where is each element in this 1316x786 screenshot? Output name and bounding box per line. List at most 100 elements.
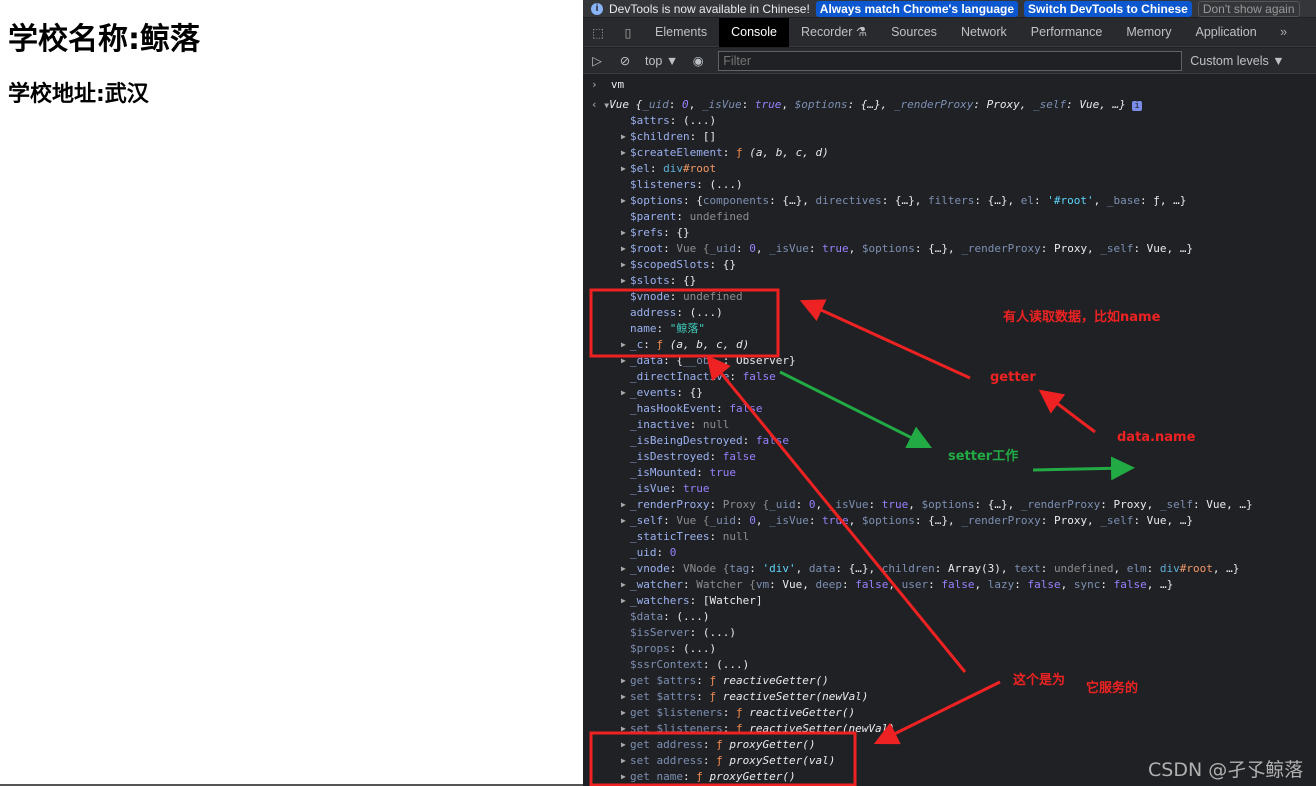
- tab-recorder[interactable]: Recorder ⚗: [789, 18, 879, 47]
- object-property-row[interactable]: ▶ get address: ƒ proxyGetter(): [621, 737, 815, 753]
- expand-triangle-icon[interactable]: ▶: [621, 753, 626, 769]
- object-property-row[interactable]: ▶ get $attrs: ƒ reactiveGetter(): [621, 673, 829, 689]
- object-property-row[interactable]: ▶ $root: Vue {_uid: 0, _isVue: true, $opt…: [621, 241, 1193, 257]
- object-property-row[interactable]: ▶ _vnode: VNode {tag: 'div', data: {…}, c…: [621, 561, 1239, 577]
- value-segment: : {}: [676, 386, 703, 399]
- object-property-row[interactable]: ▶ _data: {__ob__: Observer}: [621, 353, 796, 369]
- sidebar-toggle-icon[interactable]: ▷: [583, 53, 611, 68]
- expand-triangle-icon[interactable]: ▶: [621, 225, 626, 241]
- log-levels-dropdown[interactable]: Custom levels ▼: [1182, 54, 1284, 68]
- value-segment: ,: [795, 562, 809, 575]
- object-property-row[interactable]: ▶ _renderProxy: Proxy {_uid: 0, _isVue: t…: [621, 497, 1253, 513]
- value-segment: :: [742, 434, 756, 447]
- object-property-row[interactable]: ▶ $refs: {}: [621, 225, 690, 241]
- tab-performance[interactable]: Performance: [1019, 18, 1115, 47]
- object-property-row[interactable]: ▶ $options: {components: {…}, directives:…: [621, 193, 1186, 209]
- object-property-row[interactable]: ▶ set address: ƒ proxySetter(val): [621, 753, 835, 769]
- value-segment: _inactive: [630, 418, 690, 431]
- expand-triangle-icon[interactable]: ▶: [621, 161, 626, 177]
- expand-triangle-icon[interactable]: ▶: [621, 145, 626, 161]
- expand-triangle-icon[interactable]: ▶: [621, 513, 626, 529]
- live-expression-eye-icon[interactable]: ◉: [684, 53, 712, 68]
- object-property-row[interactable]: ▶ $children: []: [621, 129, 716, 145]
- expand-triangle-icon[interactable]: ▶: [621, 193, 626, 209]
- object-property-row: $parent: undefined: [630, 209, 749, 225]
- value-segment: _uid: [642, 98, 669, 111]
- expand-triangle-icon[interactable]: ▶: [621, 577, 626, 593]
- expand-triangle-icon[interactable]: ▶: [621, 561, 626, 577]
- value-segment: : Proxy,: [973, 98, 1034, 111]
- value-segment: :: [1146, 562, 1160, 575]
- console-result-line[interactable]: ‹ ▼Vue {_uid: 0, _isVue: true, $options:…: [591, 97, 1142, 113]
- value-segment: reactiveSetter(newVal): [749, 722, 895, 735]
- expand-triangle-icon[interactable]: ▶: [621, 385, 626, 401]
- object-property-row[interactable]: ▶ get $listeners: ƒ reactiveGetter(): [621, 705, 855, 721]
- filter-input[interactable]: [718, 50, 1183, 71]
- more-tabs-icon[interactable]: »: [1269, 25, 1299, 39]
- value-segment: _self: [1159, 498, 1194, 511]
- context-selector[interactable]: top ▼: [639, 54, 684, 68]
- object-property-row[interactable]: ▶ _watcher: Watcher {vm: Vue, deep: false…: [621, 577, 1173, 593]
- object-property-row[interactable]: ▶ _c: ƒ (a, b, c, d): [621, 337, 749, 353]
- tab-console[interactable]: Console: [719, 17, 789, 47]
- object-property-row[interactable]: ▶ _watchers: [Watcher]: [621, 593, 762, 609]
- value-segment: :: [928, 578, 942, 591]
- expand-triangle-icon[interactable]: ▶: [621, 673, 626, 689]
- switch-to-chinese-button[interactable]: Switch DevTools to Chinese: [1024, 0, 1192, 17]
- value-segment: :: [668, 98, 682, 111]
- object-property-row[interactable]: ▶ $slots: {}: [621, 273, 696, 289]
- value-segment: : Vue, …}: [1133, 514, 1194, 527]
- tab-elements[interactable]: Elements: [643, 18, 719, 47]
- value-segment: :: [669, 482, 683, 495]
- object-property-row[interactable]: ▶ set $attrs: ƒ reactiveSetter(newVal): [621, 689, 868, 705]
- value-segment: Proxy {: [722, 498, 770, 511]
- object-property-row: _isBeingDestroyed: false: [630, 433, 789, 449]
- expand-triangle-icon[interactable]: ▶: [621, 721, 626, 737]
- value-segment: ƒ: [709, 690, 723, 703]
- object-property-row[interactable]: ▶ $createElement: ƒ (a, b, c, d): [621, 145, 829, 161]
- object-property-row[interactable]: ▶ $scopedSlots: {}: [621, 257, 736, 273]
- value-segment: $options: [921, 498, 975, 511]
- value-segment: :: [656, 546, 670, 559]
- clear-console-icon[interactable]: ⊘: [611, 53, 639, 68]
- tab-memory[interactable]: Memory: [1114, 18, 1183, 47]
- value-segment: :: [722, 706, 736, 719]
- value-segment: ,: [1113, 562, 1127, 575]
- object-property-row[interactable]: ▶ $el: div#root: [621, 161, 716, 177]
- info-badge-icon[interactable]: i: [1132, 101, 1142, 111]
- value-segment: _uid: [769, 498, 796, 511]
- object-property-row[interactable]: ▶ _events: {}: [621, 385, 703, 401]
- value-segment: _isBeingDestroyed: [630, 434, 743, 447]
- object-property-row[interactable]: ▶ set $listeners: ƒ reactiveSetter(newVal…: [621, 721, 895, 737]
- expand-triangle-icon[interactable]: ▶: [621, 705, 626, 721]
- watermark: CSDN @孑孓鲸落: [1148, 759, 1304, 781]
- object-property-row: $attrs: (...): [630, 113, 716, 129]
- value-segment: ƒ: [735, 706, 750, 719]
- expand-triangle-icon[interactable]: ▶: [621, 689, 626, 705]
- expand-triangle-icon[interactable]: ▶: [621, 497, 626, 513]
- always-match-language-button[interactable]: Always match Chrome's language: [815, 0, 1019, 17]
- tab-application[interactable]: Application: [1184, 18, 1269, 47]
- object-property-row: _isMounted: true: [630, 465, 736, 481]
- expand-triangle-icon[interactable]: ▶: [621, 241, 626, 257]
- value-segment: get $attrs: [630, 674, 697, 687]
- tab-sources[interactable]: Sources: [879, 18, 949, 47]
- object-property-row[interactable]: ▶ get name: ƒ proxyGetter(): [621, 769, 796, 785]
- value-segment: _uid: [630, 546, 657, 559]
- expand-triangle-icon[interactable]: ▶: [621, 593, 626, 609]
- dont-show-again-button[interactable]: Don't show again: [1197, 0, 1300, 17]
- expand-triangle-icon[interactable]: ▶: [621, 257, 626, 273]
- value-segment: 0: [669, 546, 677, 559]
- expand-triangle-icon[interactable]: ▶: [621, 737, 626, 753]
- device-toolbar-icon[interactable]: ▯: [613, 25, 643, 40]
- inspect-element-icon[interactable]: ⬚: [583, 25, 613, 40]
- object-property-row[interactable]: ▶ _self: Vue {_uid: 0, _isVue: true, $opt…: [621, 513, 1194, 529]
- expand-triangle-icon[interactable]: ▶: [621, 273, 626, 289]
- expand-triangle-icon[interactable]: ▶: [621, 129, 626, 145]
- expand-triangle-icon[interactable]: ▶: [621, 353, 626, 369]
- expand-triangle-icon[interactable]: ▶: [621, 337, 626, 353]
- value-segment: :: [696, 690, 710, 703]
- tab-network[interactable]: Network: [949, 18, 1019, 47]
- expand-triangle-icon[interactable]: ▶: [621, 769, 626, 785]
- value-segment: _isMounted: [630, 466, 697, 479]
